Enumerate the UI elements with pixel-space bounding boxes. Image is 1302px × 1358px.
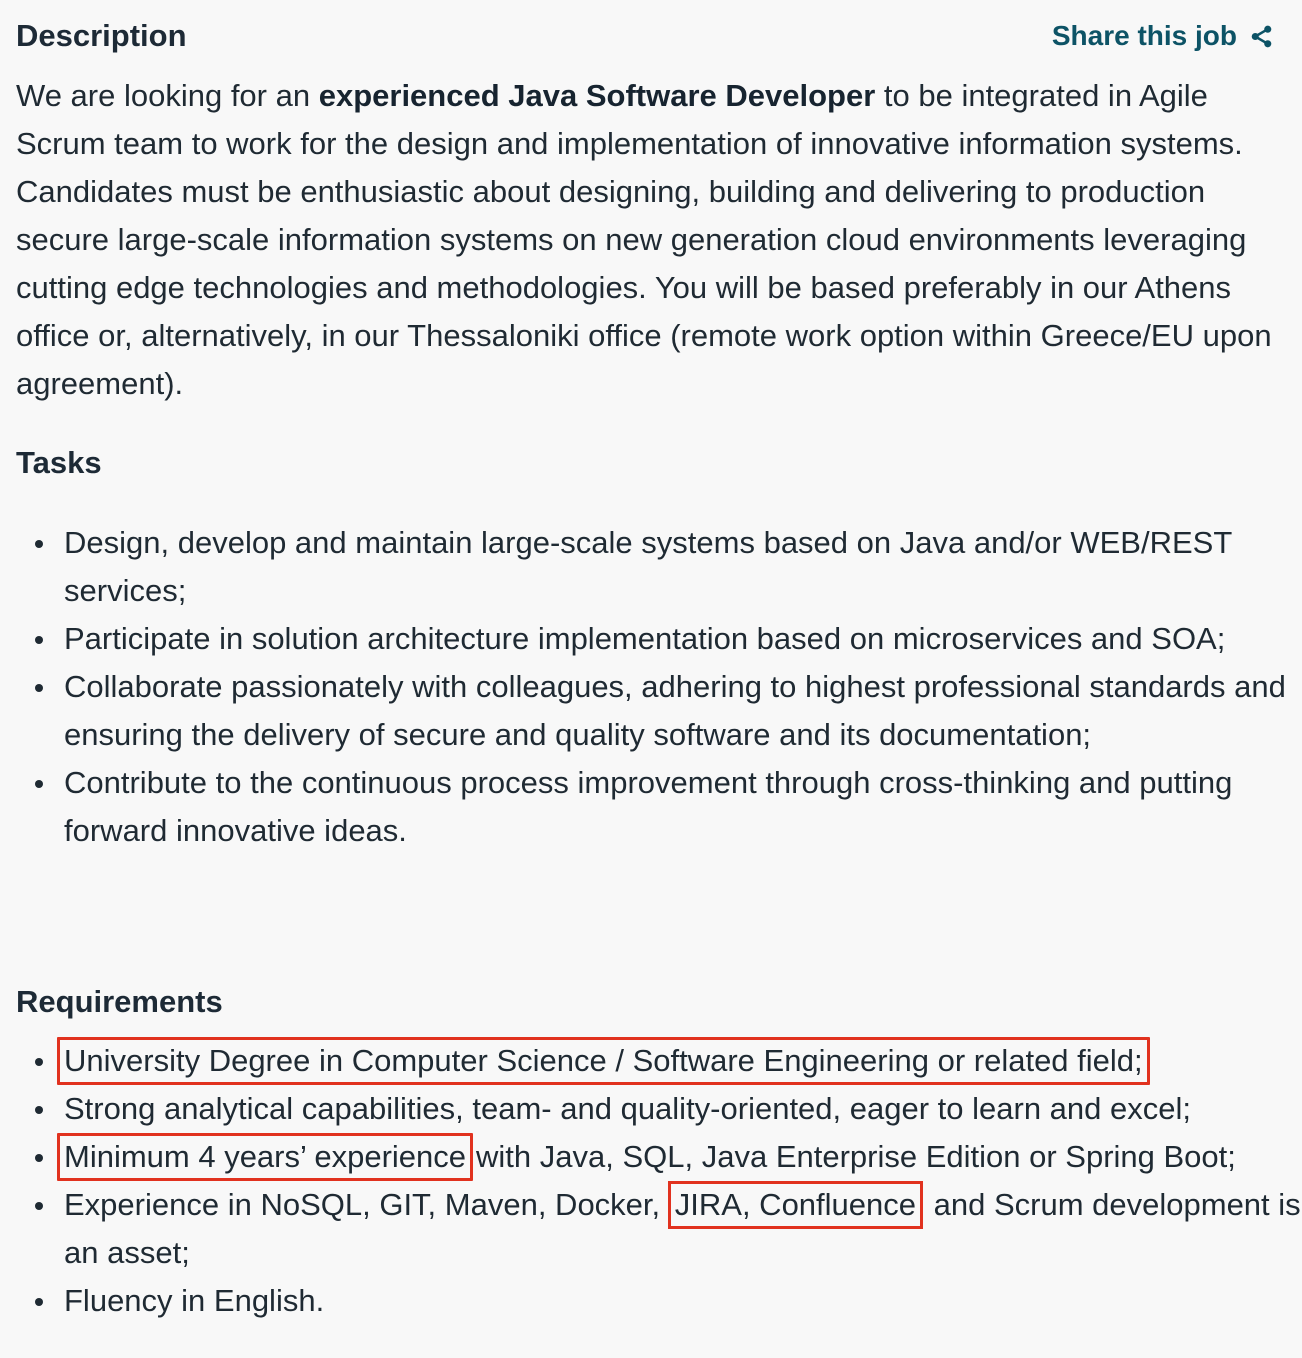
requirement-text: Strong analytical capabilities, team- an… [64,1091,1191,1126]
requirement-item: Minimum 4 years’ experience with Java, SQ… [16,1133,1302,1181]
requirement-text: with Java, SQL, Java Enterprise Edition … [476,1139,1236,1174]
share-icon [1249,24,1274,49]
bullet-icon [35,780,43,788]
requirement-text: Fluency in English. [64,1283,325,1318]
description-bold-role: experienced Java Software Developer [318,78,876,113]
task-item: Participate in solution architecture imp… [16,615,1302,663]
requirement-item: Fluency in English. [16,1277,1302,1325]
bullet-icon [35,1298,43,1306]
task-item: Design, develop and maintain large-scale… [16,519,1302,615]
tasks-list: Design, develop and maintain large-scale… [16,519,1302,855]
requirement-highlight-experience: Minimum 4 years’ experience [57,1133,474,1181]
requirement-text: Experience in NoSQL, GIT, Maven, Docker, [64,1187,661,1222]
description-text-after: to be integrated in Agile Scrum team to … [16,78,1272,401]
job-description-page: Description Share this job We are lookin… [0,0,1302,1358]
bullet-icon [35,1058,43,1066]
description-title: Description [16,18,187,53]
requirements-heading: Requirements [16,984,223,1019]
task-item: Contribute to the continuous process imp… [16,759,1302,855]
requirements-list: University Degree in Computer Science / … [16,1037,1302,1325]
bullet-icon [35,1106,43,1114]
bullet-icon [35,540,43,548]
bullet-icon [35,636,43,644]
requirement-highlight-degree: University Degree in Computer Science / … [57,1037,1150,1085]
requirement-item: Strong analytical capabilities, team- an… [16,1085,1302,1133]
task-text: Contribute to the continuous process imp… [64,765,1233,848]
bullet-icon [35,1154,43,1162]
description-paragraph: We are looking for an experienced Java S… [16,72,1286,408]
task-text: Collaborate passionately with colleagues… [64,669,1286,752]
tasks-heading: Tasks [16,445,102,480]
description-header: Description Share this job [16,14,1274,58]
requirement-item: Experience in NoSQL, GIT, Maven, Docker,… [16,1181,1302,1277]
bullet-icon [35,1202,43,1210]
share-job-label: Share this job [1051,20,1237,51]
requirement-item: University Degree in Computer Science / … [16,1037,1302,1085]
task-text: Participate in solution architecture imp… [64,621,1226,656]
task-item: Collaborate passionately with colleagues… [16,663,1302,759]
requirement-highlight-tools: JIRA, Confluence [667,1181,924,1229]
task-text: Design, develop and maintain large-scale… [64,525,1232,608]
bullet-icon [35,684,43,692]
description-text-before: We are looking for an [16,78,319,113]
share-job-button[interactable]: Share this job [1052,20,1274,52]
